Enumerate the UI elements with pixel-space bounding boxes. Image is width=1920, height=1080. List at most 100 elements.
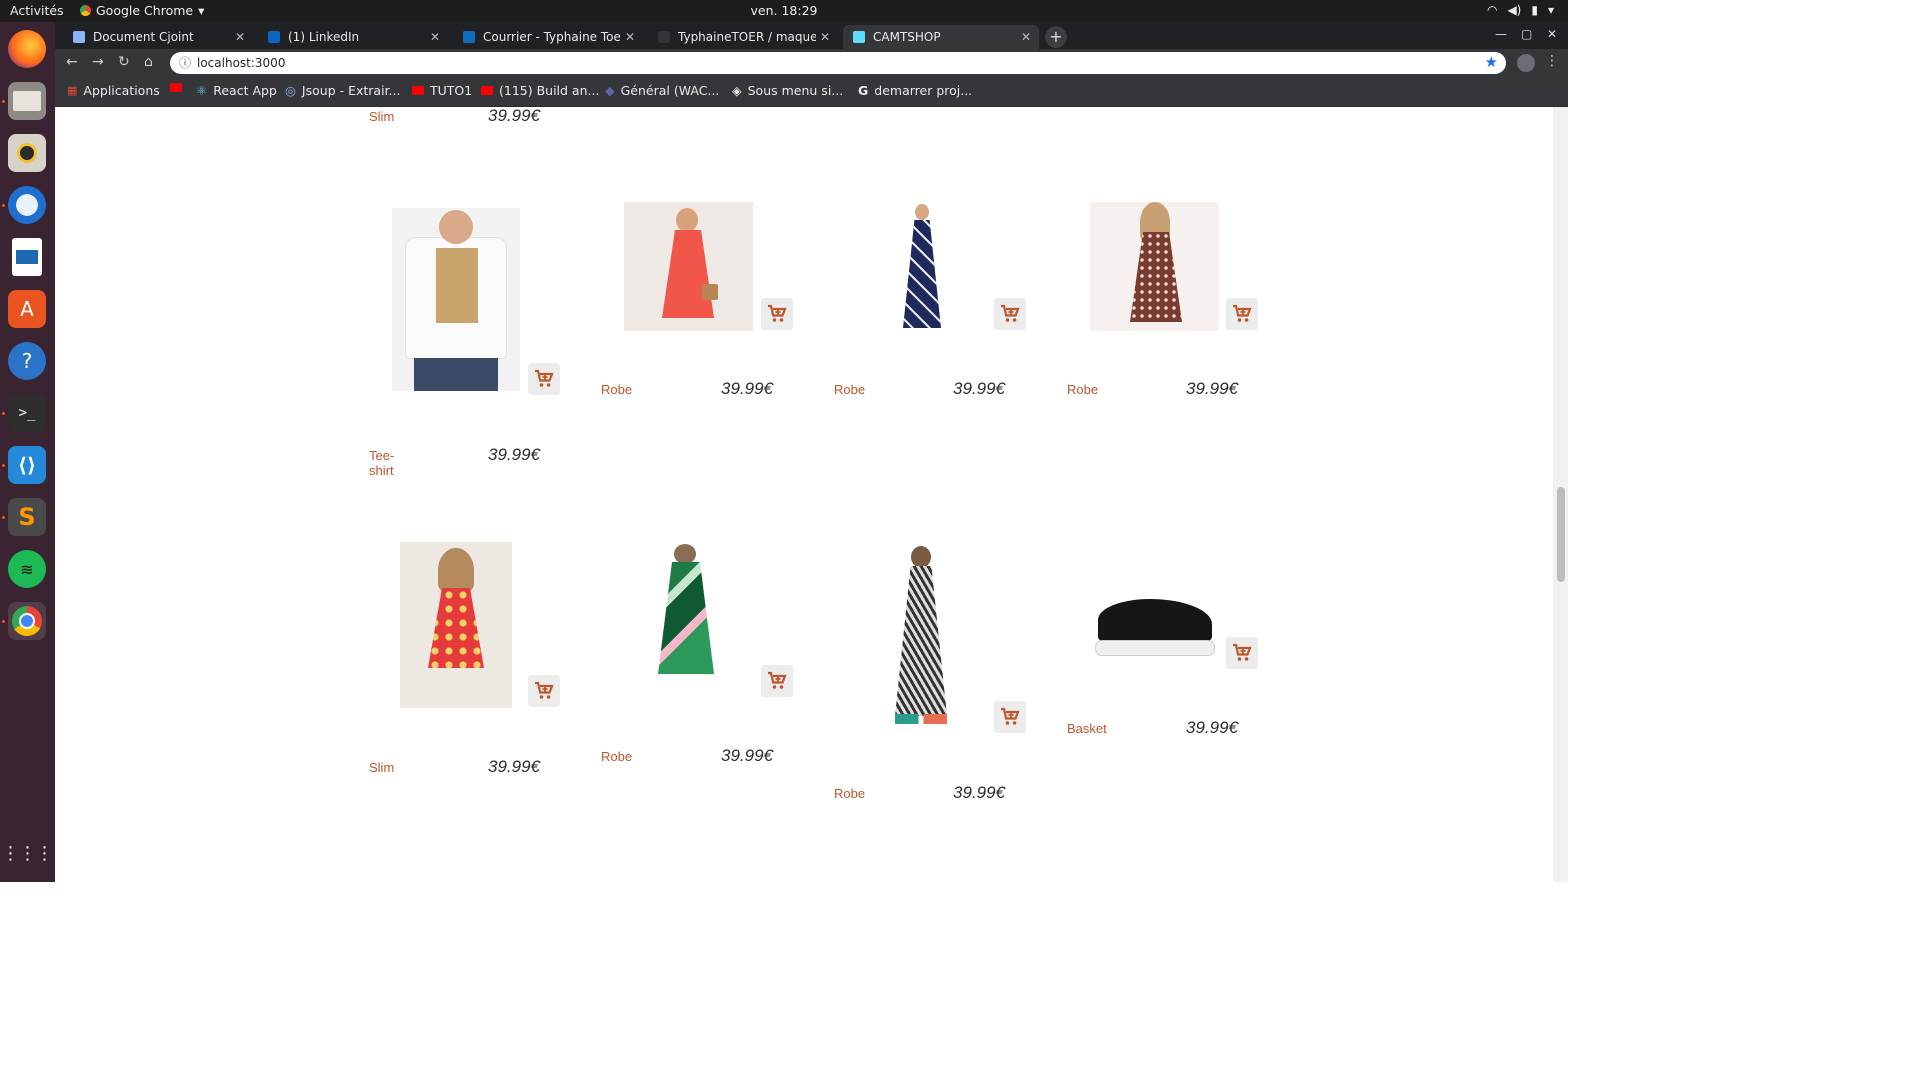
- new-tab-button[interactable]: +: [1045, 26, 1067, 48]
- forward-icon[interactable]: →: [92, 54, 104, 70]
- product-name[interactable]: Tee-shirt: [369, 448, 394, 478]
- terminal-icon[interactable]: >_: [8, 394, 46, 432]
- help-icon[interactable]: ?: [8, 342, 46, 380]
- chrome-icon[interactable]: [8, 602, 46, 640]
- cart-plus-icon: [768, 671, 787, 689]
- add-to-cart-button[interactable]: [761, 665, 793, 697]
- chrome-icon: [80, 5, 91, 16]
- close-icon[interactable]: ✕: [1017, 30, 1035, 44]
- add-to-cart-button[interactable]: [994, 701, 1026, 733]
- bookmark-item[interactable]: Gdemarrer proj...: [858, 83, 972, 98]
- sublime-text-icon[interactable]: S: [8, 498, 46, 536]
- app-menu[interactable]: Google Chrome ▾: [80, 3, 204, 18]
- close-icon[interactable]: ✕: [816, 30, 834, 44]
- product-name[interactable]: Robe: [601, 749, 632, 764]
- product-image[interactable]: [1092, 585, 1218, 665]
- info-icon[interactable]: ⓘ: [179, 54, 191, 71]
- app-menu-label: Google Chrome: [96, 3, 194, 18]
- globe-icon: ◎: [285, 83, 296, 98]
- add-to-cart-button[interactable]: [528, 363, 560, 395]
- cart-plus-icon: [768, 304, 787, 322]
- bookmark-item[interactable]: ◆ Général (WAC...: [605, 83, 719, 98]
- add-to-cart-button[interactable]: [528, 675, 560, 707]
- bookmark-label: TUTO1: [430, 83, 473, 98]
- product-price: 39.99€: [1186, 718, 1238, 737]
- bookmark-item[interactable]: ▦ Applications: [67, 83, 160, 98]
- bookmark-item[interactable]: ⚛ React App: [196, 83, 277, 98]
- product-name[interactable]: Slim: [369, 760, 394, 775]
- bookmark-star-icon[interactable]: ★: [1485, 53, 1498, 71]
- vertical-scrollbar[interactable]: [1553, 107, 1568, 882]
- cart-plus-icon: [535, 369, 554, 387]
- bookmark-item[interactable]: (115) Build an...: [481, 83, 599, 98]
- head-illustration: [911, 546, 931, 568]
- jeans-illustration: [414, 358, 498, 391]
- product-name[interactable]: Robe: [834, 382, 865, 397]
- bookmark-item[interactable]: ◈ Sous menu si...: [732, 83, 843, 98]
- tab[interactable]: (1) LinkedIn ✕: [258, 25, 448, 49]
- add-to-cart-button[interactable]: [994, 298, 1026, 330]
- product-price: 39.99€: [721, 746, 773, 765]
- head-illustration: [676, 208, 698, 232]
- product-image[interactable]: [640, 544, 730, 696]
- tab[interactable]: TyphaineTOER / maquett ✕: [648, 25, 838, 49]
- product-name[interactable]: Robe: [1067, 382, 1098, 397]
- product-name[interactable]: Robe: [601, 382, 632, 397]
- head-illustration: [915, 204, 929, 220]
- tab-active[interactable]: CAMTSHOP ✕: [843, 25, 1039, 49]
- profile-avatar[interactable]: [1517, 54, 1535, 72]
- rhythmbox-icon[interactable]: [8, 134, 46, 172]
- close-icon[interactable]: ✕: [621, 30, 639, 44]
- bookmark-item[interactable]: ◎ Jsoup - Extrair...: [285, 83, 400, 98]
- back-icon[interactable]: ←: [66, 54, 78, 70]
- product-image[interactable]: [392, 208, 520, 391]
- product-name[interactable]: Basket: [1067, 721, 1107, 736]
- print-illustration: [436, 248, 478, 323]
- reload-icon[interactable]: ↻: [118, 54, 130, 70]
- product-image[interactable]: [400, 542, 512, 708]
- close-window-icon[interactable]: ✕: [1547, 27, 1557, 41]
- add-to-cart-button[interactable]: [1226, 637, 1258, 669]
- product-image[interactable]: [857, 202, 986, 331]
- tab[interactable]: Courrier - Typhaine Toer - ✕: [453, 25, 643, 49]
- cart-plus-icon: [1001, 304, 1020, 322]
- close-icon[interactable]: ✕: [426, 30, 444, 44]
- wifi-icon: ◠: [1486, 3, 1498, 17]
- scrollbar-thumb[interactable]: [1557, 487, 1565, 582]
- writer-icon[interactable]: [12, 238, 42, 276]
- system-tray[interactable]: ◠ ◀) ▮ ▾: [1487, 3, 1554, 17]
- product-image[interactable]: [624, 202, 753, 331]
- tab[interactable]: Document Cjoint ✕: [63, 25, 253, 49]
- clock[interactable]: ven. 18:29: [0, 3, 1568, 18]
- product-name[interactable]: Slim: [369, 109, 394, 124]
- minimize-icon[interactable]: —: [1495, 27, 1507, 41]
- dress-illustration: [903, 220, 941, 328]
- add-to-cart-button[interactable]: [1226, 298, 1258, 330]
- thunderbird-icon[interactable]: [8, 186, 46, 224]
- show-applications-icon[interactable]: ⋮⋮⋮: [2, 834, 54, 872]
- bookmark-item[interactable]: TUTO1: [412, 83, 472, 98]
- files-icon[interactable]: [8, 82, 46, 120]
- product-name[interactable]: Robe: [834, 786, 865, 801]
- menu-icon[interactable]: ⋮: [1545, 53, 1559, 69]
- firefox-icon[interactable]: [8, 30, 46, 68]
- software-center-icon[interactable]: A: [8, 290, 46, 328]
- spotify-icon[interactable]: ≋: [8, 550, 46, 588]
- home-icon[interactable]: ⌂: [144, 54, 153, 70]
- head-illustration: [674, 544, 696, 564]
- address-bar-url[interactable]: localhost:3000: [197, 56, 285, 70]
- maximize-icon[interactable]: ▢: [1521, 27, 1532, 41]
- activities-button[interactable]: Activités: [10, 3, 64, 18]
- bookmark-label: Applications: [83, 83, 160, 98]
- tab-favicon-icon: [73, 31, 85, 43]
- address-bar[interactable]: ⓘ localhost:3000 ★: [170, 52, 1506, 74]
- bookmark-item[interactable]: [170, 83, 182, 92]
- product-image[interactable]: [1090, 202, 1219, 331]
- tab-favicon-icon: [658, 31, 670, 43]
- product-image[interactable]: [881, 544, 963, 730]
- product-price: 39.99€: [488, 107, 540, 125]
- vscode-icon[interactable]: ⟨⟩: [8, 446, 46, 484]
- add-to-cart-button[interactable]: [761, 298, 793, 330]
- close-icon[interactable]: ✕: [231, 30, 249, 44]
- product-price: 39.99€: [1186, 379, 1238, 398]
